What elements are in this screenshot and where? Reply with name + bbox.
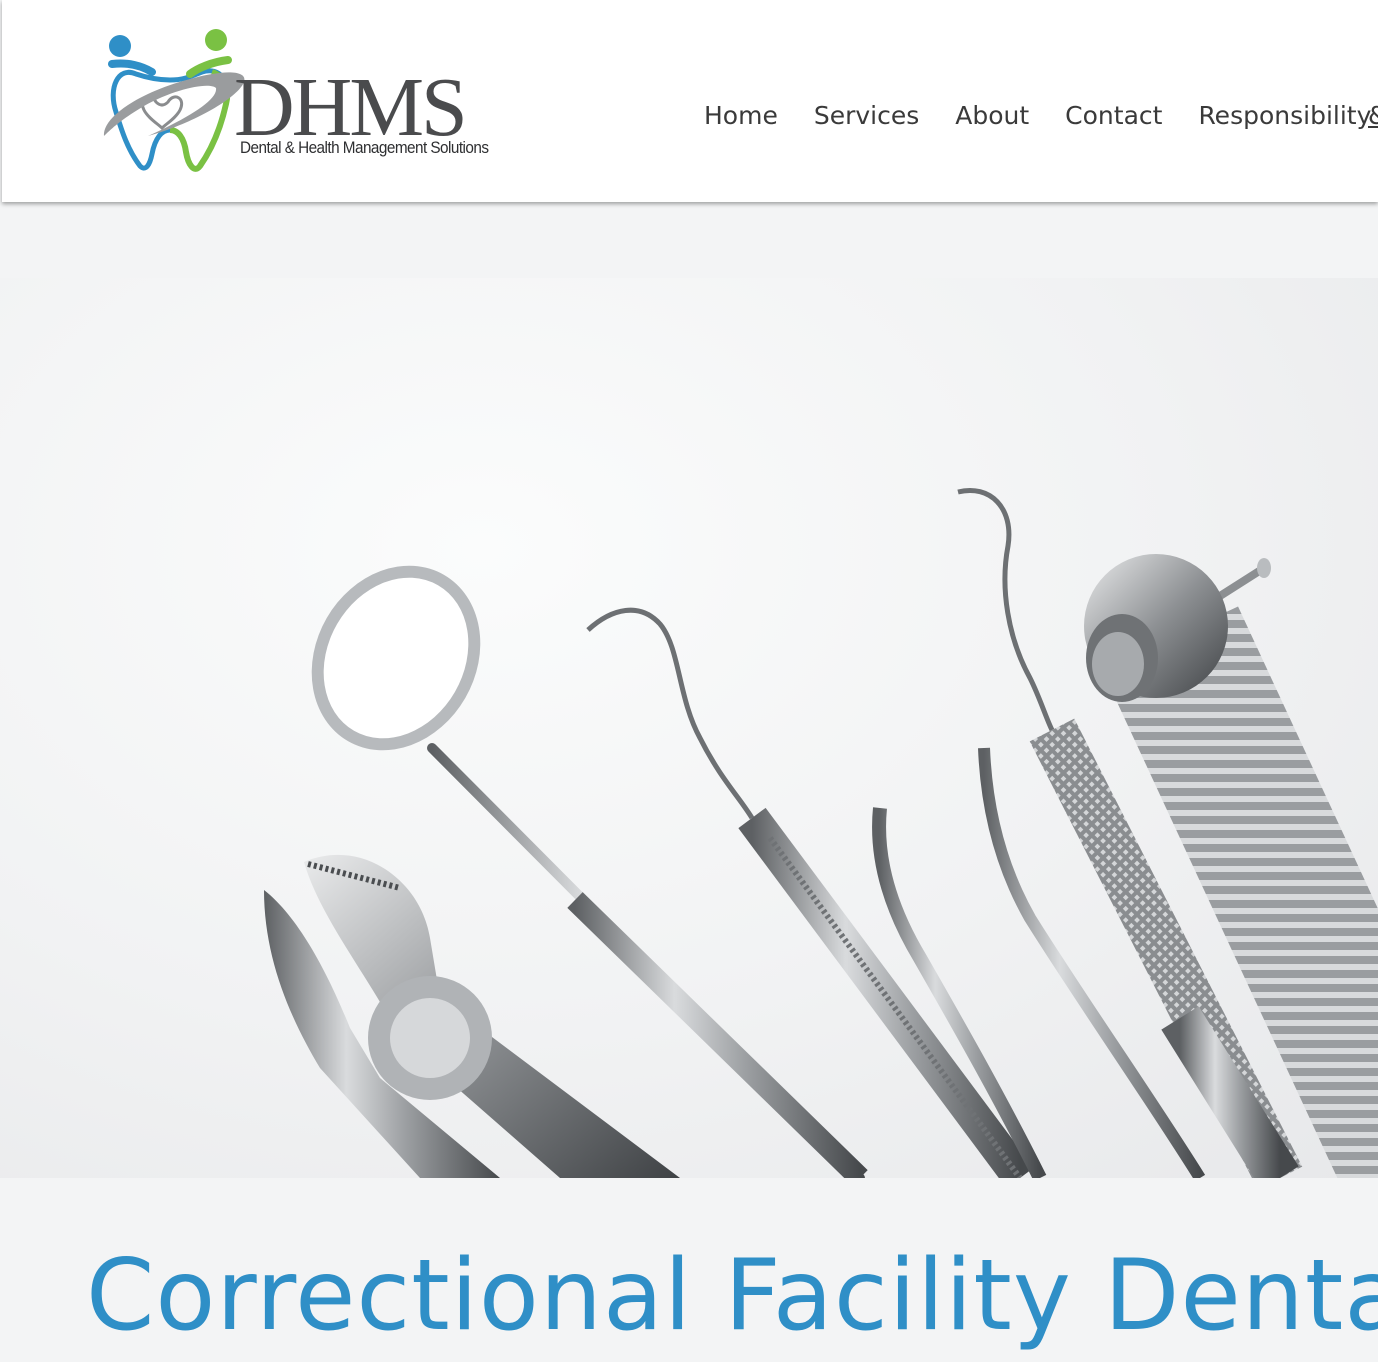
site-header: DHMS Dental & Health Management Solution… [2, 0, 1378, 202]
main-nav: Home Services About Contact Responsibili… [704, 96, 1378, 136]
dental-instruments-photo-icon [264, 488, 1378, 1178]
nav-overflow-item[interactable]: & [1368, 96, 1378, 136]
dental-probe [586, 607, 1034, 1178]
page: DHMS Dental & Health Management Solution… [0, 0, 1378, 1362]
nav-services[interactable]: Services [814, 96, 919, 136]
header-spacer [0, 202, 1378, 278]
extraction-forceps [264, 854, 680, 1178]
nav-about[interactable]: About [955, 96, 1029, 136]
hero-image [0, 278, 1378, 1178]
tooth-people-logo-icon [103, 29, 245, 172]
nav-responsibility[interactable]: Responsibility [1198, 96, 1371, 136]
logo-tagline: Dental & Health Management Solutions [240, 138, 489, 157]
dhms-logo[interactable]: DHMS Dental & Health Management Solution… [98, 26, 518, 178]
nav-home[interactable]: Home [704, 96, 778, 136]
page-title: Correctional Facility Dental [86, 1239, 1378, 1353]
nav-contact[interactable]: Contact [1065, 96, 1162, 136]
